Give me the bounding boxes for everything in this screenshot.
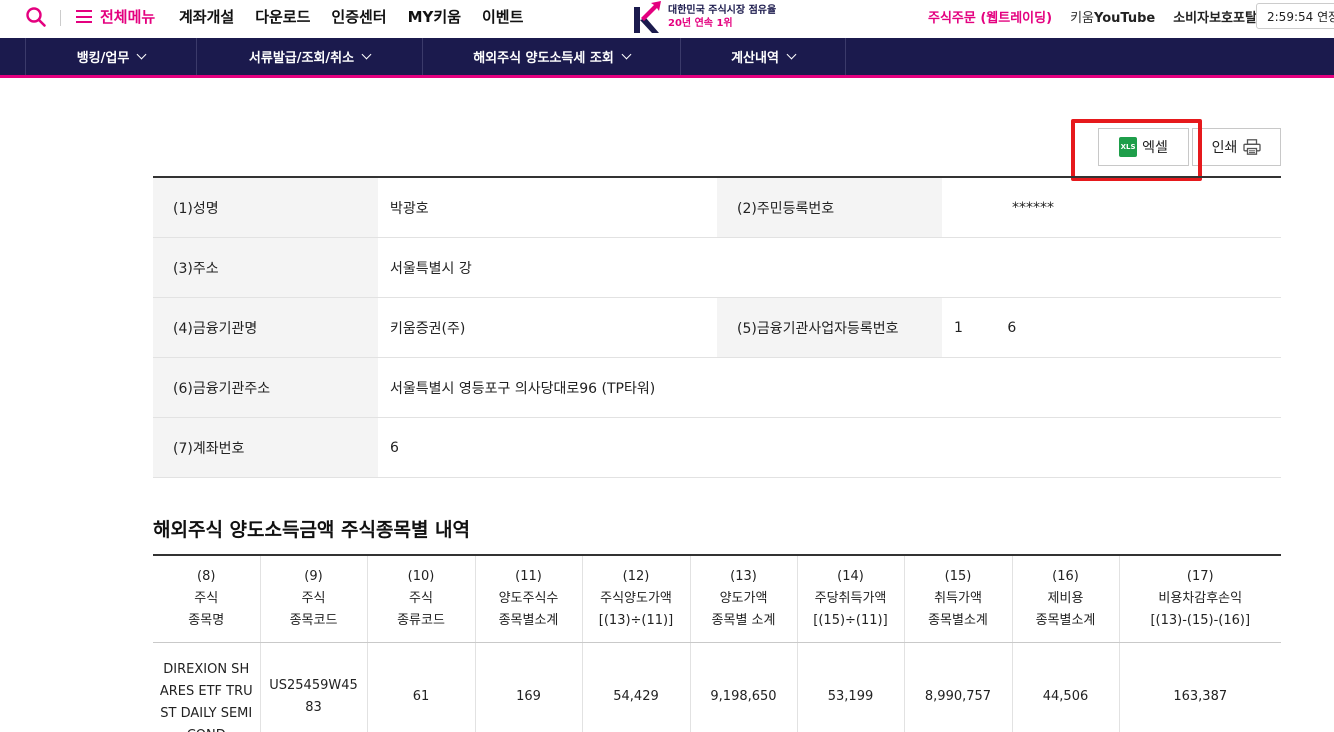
table-header-row: (8) 주식 종목명 (9) 주식 종목코드 (10) 주식 종류코드 (11) 양도주식수 종… bbox=[153, 555, 1281, 643]
col-header-cost-amount: (15) 취득가액 종목별소계 bbox=[904, 555, 1013, 643]
nav-certificate[interactable]: 인증센터 bbox=[331, 6, 386, 27]
col-header-expenses: (16) 제비용 종목별소계 bbox=[1012, 555, 1120, 643]
nav-event[interactable]: 이벤트 bbox=[482, 6, 523, 27]
rrn-value: ****** bbox=[1012, 199, 1054, 216]
col-header-unit-sale-price: (12) 주식양도가액 [(13)÷(11)] bbox=[582, 555, 691, 643]
youtube-brand: YouTube bbox=[1093, 11, 1156, 26]
taxpayer-info-table: (1)성명 박광호 (2)주민등록번호 ****** (3)주소 서울특별시 강… bbox=[153, 176, 1281, 478]
biz-no-value: 1 6 bbox=[954, 319, 1017, 336]
cell-stock-code: US25459W4583 bbox=[260, 642, 368, 732]
nav-my-kiwoom[interactable]: MY키움 bbox=[408, 6, 461, 27]
navbar-overseas-tax-label: 해외주식 양도소득세 조회 bbox=[473, 51, 614, 66]
address-value: 서울특별시 강 bbox=[390, 260, 472, 277]
cell-stock-name: DIREXION SHARES ETF TRUST DAILY SEMICOND bbox=[153, 642, 261, 732]
logo-line1: 대한민국 주식시장 점유율 bbox=[668, 5, 777, 16]
cell-shares: 169 bbox=[475, 642, 583, 732]
main-navbar: 뱅킹/업무 서류발급/조회/취소 해외주식 양도소득세 조회 계산내역 bbox=[0, 38, 1334, 78]
cell-sale-amount: 9,198,650 bbox=[690, 642, 798, 732]
cell-unit-sale-price: 54,429 bbox=[582, 642, 691, 732]
name-value: 박광호 bbox=[390, 200, 429, 217]
logo-slogan: 대한민국 주식시장 점유율 20년 연속 1위 bbox=[668, 4, 776, 30]
cell-profit: 163,387 bbox=[1173, 689, 1228, 705]
all-menu-button[interactable]: 전체메뉴 bbox=[76, 6, 155, 27]
account-label: (7)계좌번호 bbox=[153, 418, 378, 477]
col-header-sale-amount: (13) 양도가액 종목별 소계 bbox=[690, 555, 798, 643]
logo-line2: 20년 연속 1위 bbox=[668, 18, 733, 29]
biz-no-label: (5)금융기관사업자등록번호 bbox=[717, 298, 942, 357]
print-button[interactable]: 인쇄 bbox=[1192, 128, 1281, 166]
hamburger-icon bbox=[76, 10, 92, 23]
top-nav: 계좌개설 다운로드 인증센터 MY키움 이벤트 bbox=[179, 6, 523, 27]
col-header-stock-name: (8) 주식 종목명 bbox=[153, 555, 261, 643]
cell-type-code: 61 bbox=[367, 642, 476, 732]
info-row: (3)주소 서울특별시 강 bbox=[153, 238, 1281, 298]
name-label: (1)성명 bbox=[153, 178, 378, 237]
chevron-down-icon bbox=[786, 49, 797, 60]
consumer-protection-link[interactable]: 소비자보호포탈 bbox=[1173, 7, 1257, 26]
top-right-links: 주식주문 (웹트레이딩) 키움YouTube 소비자보호포탈 bbox=[928, 7, 1257, 26]
cell-cost-amount: 8,990,757 bbox=[904, 642, 1013, 732]
top-bar: 전체메뉴 계좌개설 다운로드 인증센터 MY키움 이벤트 대한민국 주식시장 점… bbox=[0, 0, 1334, 38]
info-row: (1)성명 박광호 (2)주민등록번호 ****** bbox=[153, 178, 1281, 238]
col-header-stock-code: (9) 주식 종목코드 bbox=[260, 555, 368, 643]
address-label: (3)주소 bbox=[153, 238, 378, 297]
fin-name-label: (4)금융기관명 bbox=[153, 298, 378, 357]
col-header-profit: (17) 비용차감후손익 [(13)-(15)-(16)] bbox=[1119, 555, 1281, 643]
fin-name-value: 키움증권(주) bbox=[390, 320, 466, 337]
printer-icon bbox=[1243, 139, 1262, 155]
all-menu-label: 전체메뉴 bbox=[100, 8, 156, 26]
col-header-shares: (11) 양도주식수 종목별소계 bbox=[475, 555, 583, 643]
print-button-label: 인쇄 bbox=[1211, 140, 1238, 156]
navbar-calculation-label: 계산내역 bbox=[731, 51, 779, 66]
top-divider bbox=[60, 10, 61, 26]
stock-detail-table: (8) 주식 종목명 (9) 주식 종목코드 (10) 주식 종류코드 (11) 양도주식수 종… bbox=[153, 554, 1281, 732]
navbar-calculation[interactable]: 계산내역 bbox=[680, 38, 846, 75]
session-timer[interactable]: 2:59:54 연장 bbox=[1256, 3, 1334, 29]
navbar-documents[interactable]: 서류발급/조회/취소 bbox=[196, 38, 422, 75]
red-highlight-box bbox=[1071, 119, 1202, 181]
chevron-down-icon bbox=[621, 49, 632, 60]
info-row: (7)계좌번호 6 bbox=[153, 418, 1281, 478]
search-icon[interactable] bbox=[25, 6, 47, 28]
nav-account-open[interactable]: 계좌개설 bbox=[179, 6, 234, 27]
navbar-banking[interactable]: 뱅킹/업무 bbox=[25, 38, 196, 75]
table-row: DIREXION SHARES ETF TRUST DAILY SEMICOND… bbox=[153, 642, 1281, 732]
info-row: (6)금융기관주소 서울특별시 영등포구 의사당대로96 (TP타워) bbox=[153, 358, 1281, 418]
youtube-prefix: 키움 bbox=[1070, 11, 1094, 26]
col-header-unit-cost: (14) 주당취득가액 [(15)÷(11)] bbox=[797, 555, 905, 643]
info-row: (4)금융기관명 키움증권(주) (5)금융기관사업자등록번호 1 6 bbox=[153, 298, 1281, 358]
kiwoom-k-logo-icon bbox=[634, 1, 661, 33]
web-trading-link[interactable]: 주식주문 (웹트레이딩) bbox=[928, 7, 1052, 26]
col-header-type-code: (10) 주식 종류코드 bbox=[367, 555, 476, 643]
navbar-overseas-tax[interactable]: 해외주식 양도소득세 조회 bbox=[422, 38, 680, 75]
youtube-link[interactable]: 키움YouTube bbox=[1070, 7, 1155, 26]
chevron-down-icon bbox=[361, 49, 372, 60]
fin-addr-value: 서울특별시 영등포구 의사당대로96 (TP타워) bbox=[390, 380, 656, 397]
nav-download[interactable]: 다운로드 bbox=[255, 6, 310, 27]
navbar-documents-label: 서류발급/조회/취소 bbox=[248, 51, 355, 66]
chevron-down-icon bbox=[136, 49, 147, 60]
account-value: 6 bbox=[390, 439, 399, 456]
section-title: 해외주식 양도소득금액 주식종목별 내역 bbox=[153, 519, 471, 541]
navbar-banking-label: 뱅킹/업무 bbox=[76, 51, 130, 66]
cell-unit-cost: 53,199 bbox=[797, 642, 905, 732]
cell-expenses: 44,506 bbox=[1012, 642, 1120, 732]
fin-addr-label: (6)금융기관주소 bbox=[153, 358, 378, 417]
rrn-label: (2)주민등록번호 bbox=[717, 178, 942, 237]
kiwoom-logo[interactable]: 대한민국 주식시장 점유율 20년 연속 1위 bbox=[632, 1, 776, 33]
